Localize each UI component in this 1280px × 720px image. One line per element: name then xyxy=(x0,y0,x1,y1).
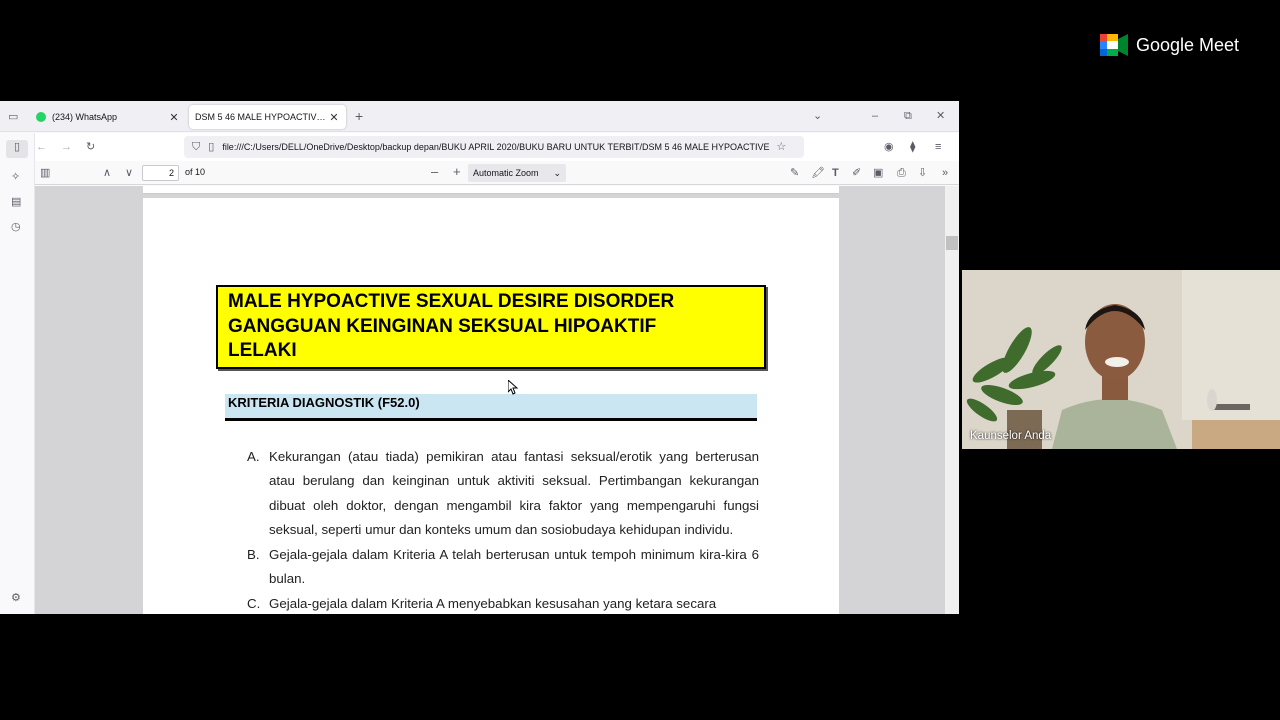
image-icon[interactable]: ▣ xyxy=(873,166,883,180)
chevron-down-icon: ⌄ xyxy=(553,168,561,178)
section-heading: KRITERIA DIAGNOSTIK (F52.0) xyxy=(225,394,757,421)
highlight-icon[interactable]: 🖍 xyxy=(811,166,825,180)
criterion-item: B. Gejala-gejala dalam Kriteria A telah … xyxy=(247,543,759,592)
criterion-letter: B. xyxy=(247,547,260,562)
more-tools-icon[interactable]: » xyxy=(942,166,948,180)
title-line: MALE HYPOACTIVE SEXUAL DESIRE DISORDER xyxy=(228,291,675,312)
history-icon[interactable]: ◷ xyxy=(11,220,21,234)
customize-sidebar-icon[interactable]: ⚙ xyxy=(11,591,21,605)
document-title-box: MALE HYPOACTIVE SEXUAL DESIRE DISORDER G… xyxy=(216,285,766,369)
previous-page-icon[interactable]: ∧ xyxy=(103,166,111,180)
reload-icon[interactable]: ↻ xyxy=(86,140,95,154)
scrollbar-thumb[interactable] xyxy=(946,236,958,250)
navigation-bar: ← → ↻ ⛉ ▯ file:///C:/Users/DELL/OneDrive… xyxy=(0,133,959,161)
minimize-icon[interactable]: – xyxy=(872,109,878,123)
list-tabs-icon[interactable]: ⌄ xyxy=(813,109,822,123)
meet-camera-icon xyxy=(1100,34,1128,56)
participant-name: Kaunselor Anda xyxy=(970,430,1052,442)
tab-label: (234) WhatsApp xyxy=(52,112,118,122)
draw-icon[interactable]: ✐ xyxy=(852,166,861,180)
new-tab-icon[interactable]: + xyxy=(355,109,363,123)
previous-page-edge xyxy=(143,186,839,194)
print-icon[interactable]: ⎙ xyxy=(897,166,906,180)
criterion-text: Gejala-gejala dalam Kriteria A menyebabk… xyxy=(269,596,717,611)
address-bar[interactable]: ⛉ ▯ file:///C:/Users/DELL/OneDrive/Deskt… xyxy=(184,136,804,158)
menu-icon[interactable]: ≡ xyxy=(935,140,941,154)
zoom-select[interactable]: Automatic Zoom ⌄ xyxy=(468,164,566,182)
sidebar-toggle-icon[interactable]: ▯ xyxy=(6,140,28,158)
tab-label: DSM 5 46 MALE HYPOACTIVE SEXUAL DESIRE D… xyxy=(195,112,328,122)
title-line: LELAKI xyxy=(228,340,297,361)
criterion-letter: C. xyxy=(247,596,261,611)
scrollbar[interactable] xyxy=(945,186,959,614)
pdf-toolbar: ▥ ∧ ∨ 2 of 10 – + Automatic Zoom ⌄ ✎ 🖍 T… xyxy=(35,161,959,185)
criterion-letter: A. xyxy=(247,449,260,464)
zoom-in-icon[interactable]: + xyxy=(453,165,461,179)
participant-video-tile[interactable]: Kaunselor Anda xyxy=(962,270,1280,449)
back-icon[interactable]: ← xyxy=(36,140,47,154)
sidebar-panel-icon[interactable]: ▥ xyxy=(40,166,50,180)
text-icon[interactable]: T xyxy=(832,166,839,180)
close-tab-icon[interactable]: ✕ xyxy=(168,111,180,124)
criterion-text: Gejala-gejala dalam Kriteria A telah ber… xyxy=(269,547,759,587)
tab-bar: ▭ (234) WhatsApp ✕ DSM 5 46 MALE HYPOACT… xyxy=(0,101,959,132)
tab-overview-icon[interactable]: ▭ xyxy=(8,110,18,124)
extensions-icon[interactable]: ⧫ xyxy=(910,140,915,154)
browser-window: ▭ (234) WhatsApp ✕ DSM 5 46 MALE HYPOACT… xyxy=(0,101,959,614)
account-icon[interactable]: ◉ xyxy=(884,140,894,154)
bookmark-star-icon[interactable]: ☆ xyxy=(776,140,786,154)
zoom-out-icon[interactable]: – xyxy=(431,165,438,179)
screen: Google Meet ▭ (234) WhatsApp ✕ DSM 5 46 … xyxy=(0,0,1280,720)
mouse-cursor-icon xyxy=(508,380,518,395)
browser-sidebar: ▯ ✧ ▤ ◷ ⚙ xyxy=(0,133,35,614)
pdf-viewer[interactable]: MALE HYPOACTIVE SEXUAL DESIRE DISORDER G… xyxy=(35,186,945,614)
shield-icon[interactable]: ⛉ xyxy=(192,140,200,154)
page-count: of 10 xyxy=(185,167,206,177)
close-window-icon[interactable]: ✕ xyxy=(936,109,945,123)
ai-chat-icon[interactable]: ✧ xyxy=(11,170,20,184)
url-text: file:///C:/Users/DELL/OneDrive/Desktop/b… xyxy=(222,142,772,152)
next-page-icon[interactable]: ∨ xyxy=(125,166,133,180)
meet-brand-text: Google Meet xyxy=(1136,34,1240,55)
participant-video xyxy=(962,270,1280,449)
pdf-page: MALE HYPOACTIVE SEXUAL DESIRE DISORDER G… xyxy=(143,198,839,614)
criterion-item: A. Kekurangan (atau tiada) pemikiran ata… xyxy=(247,445,759,542)
page-number-input[interactable]: 2 xyxy=(142,165,179,181)
forward-icon[interactable]: → xyxy=(61,140,72,154)
whatsapp-icon xyxy=(36,112,46,122)
tab-whatsapp[interactable]: (234) WhatsApp ✕ xyxy=(30,105,186,129)
tab-dsm-pdf[interactable]: DSM 5 46 MALE HYPOACTIVE SEXUAL DESIRE D… xyxy=(189,105,346,129)
edit-icon[interactable]: ✎ xyxy=(790,166,799,180)
synced-tabs-icon[interactable]: ▤ xyxy=(11,195,21,209)
google-meet-logo: Google Meet xyxy=(1100,34,1239,56)
file-icon: ▯ xyxy=(208,141,215,153)
save-icon[interactable]: ⇩ xyxy=(918,166,927,180)
zoom-value: Automatic Zoom xyxy=(473,168,539,178)
criterion-item: C. Gejala-gejala dalam Kriteria A menyeb… xyxy=(247,592,759,614)
criterion-text: Kekurangan (atau tiada) pemikiran atau f… xyxy=(269,449,759,537)
title-line: GANGGUAN KEINGINAN SEKSUAL HIPOAKTIF xyxy=(228,315,657,337)
close-tab-icon[interactable]: ✕ xyxy=(328,111,340,124)
restore-icon[interactable]: ⧉ xyxy=(904,109,912,123)
